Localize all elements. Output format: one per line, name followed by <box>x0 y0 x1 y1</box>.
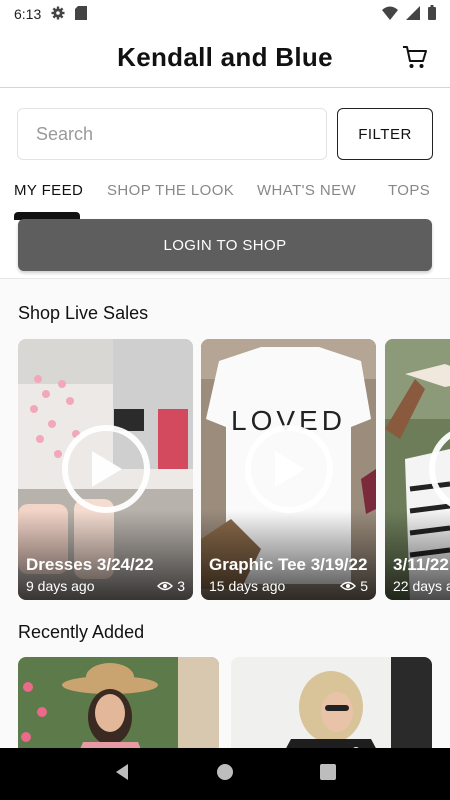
view-count: 3 <box>177 578 185 594</box>
recent-product-card[interactable] <box>18 657 219 748</box>
category-tabs: MY FEED SHOP THE LOOK WHAT'S NEW TOPS <box>0 172 450 220</box>
live-sale-age: 9 days ago <box>26 578 95 594</box>
system-nav-bar <box>0 748 450 800</box>
view-count: 5 <box>360 578 368 594</box>
wifi-icon <box>382 6 398 23</box>
app-header: Kendall and Blue <box>0 28 450 88</box>
eye-icon <box>340 581 357 591</box>
sd-card-icon <box>75 5 88 23</box>
live-sale-title: Graphic Tee 3/19/22 <box>209 555 368 574</box>
play-icon <box>275 451 305 487</box>
live-sale-title: Dresses 3/24/22 <box>26 555 154 574</box>
tab-shop-the-look[interactable]: SHOP THE LOOK <box>107 182 234 199</box>
gear-icon <box>51 6 65 23</box>
login-to-shop-button[interactable]: LOGIN TO SHOP <box>18 219 432 271</box>
product-photo <box>231 657 432 748</box>
recent-product-card[interactable] <box>231 657 432 748</box>
cart-button[interactable] <box>400 42 430 72</box>
brand-title: Kendall and Blue <box>117 42 333 72</box>
live-sale-title: 3/11/22 <box>393 555 449 574</box>
live-sale-card[interactable]: 3/11/22 22 days ago <box>385 339 450 600</box>
eye-icon <box>157 581 174 591</box>
live-sale-age: 22 days ago <box>393 578 450 594</box>
tab-tops[interactable]: TOPS <box>388 182 430 199</box>
status-bar: 6:13 <box>0 0 450 28</box>
cart-icon <box>403 46 427 68</box>
status-time: 6:13 <box>14 6 42 22</box>
filter-button[interactable]: FILTER <box>337 108 433 160</box>
live-sale-card[interactable]: LOVED Graphic Tee 3/19/22 15 days ago 5 <box>201 339 376 600</box>
live-sales-heading: Shop Live Sales <box>18 303 149 323</box>
recents-icon[interactable] <box>319 763 337 786</box>
back-icon[interactable] <box>113 763 131 786</box>
product-photo <box>18 657 219 748</box>
tab-whats-new[interactable]: WHAT'S NEW <box>257 182 356 199</box>
live-sale-card[interactable]: Dresses 3/24/22 9 days ago 3 <box>18 339 193 600</box>
battery-icon <box>428 5 436 23</box>
tab-my-feed[interactable]: MY FEED <box>14 182 83 199</box>
play-button[interactable] <box>62 425 150 513</box>
search-row: FILTER <box>17 108 433 160</box>
recently-added-heading: Recently Added <box>18 622 145 642</box>
play-button[interactable] <box>245 425 333 513</box>
play-icon <box>92 451 122 487</box>
live-sale-age: 15 days ago <box>209 578 286 594</box>
cellular-icon <box>406 5 420 23</box>
feed-content: Shop Live Sales Dresses 3/24/22 9 days a… <box>0 278 450 748</box>
home-icon[interactable] <box>216 763 234 786</box>
search-input[interactable] <box>17 108 327 160</box>
